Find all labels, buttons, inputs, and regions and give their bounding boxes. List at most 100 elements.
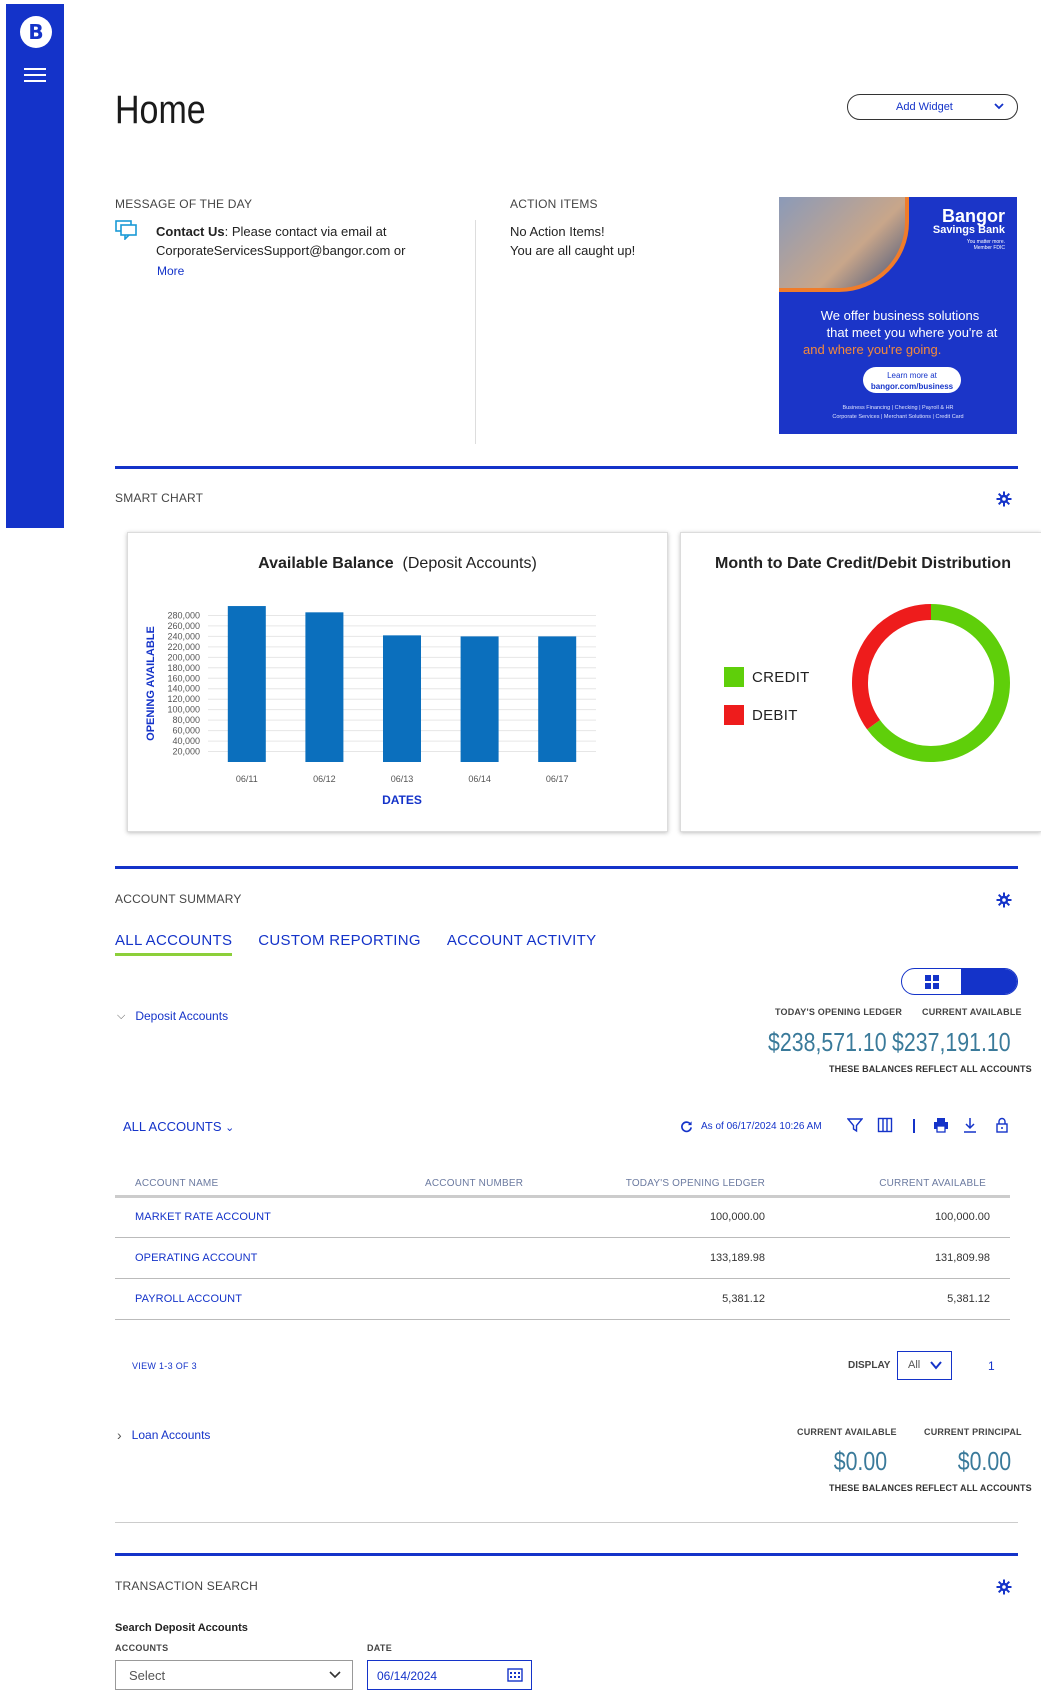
lock-icon[interactable] (994, 1117, 1010, 1133)
table-row[interactable]: PAYROLL ACCOUNT 5,381.12 5,381.12 (115, 1278, 1010, 1320)
promo-bank-name: Bangor Savings Bank (932, 206, 1005, 236)
promo-banner[interactable]: Bangor Savings Bank You matter more. Membe… (779, 197, 1017, 434)
opening-ledger-cell: 100,000.00 (595, 1196, 765, 1238)
account-summary-label: ACCOUNT SUMMARY (115, 892, 242, 906)
columns-icon[interactable] (877, 1117, 893, 1133)
account-link[interactable]: PAYROLL ACCOUNT (135, 1293, 242, 1305)
x-tick-label: 06/13 (391, 774, 414, 784)
loan-available-label: CURRENT AVAILABLE (797, 1427, 897, 1437)
y-tick-label: 40,000 (172, 736, 200, 746)
account-link[interactable]: MARKET RATE ACCOUNT (135, 1211, 271, 1223)
divider (475, 220, 476, 444)
table-row[interactable]: MARKET RATE ACCOUNT 100,000.00 100,000.0… (115, 1196, 1010, 1238)
y-tick-label: 100,000 (167, 705, 200, 715)
account-link[interactable]: OPERATING ACCOUNT (135, 1252, 258, 1264)
donut-slice-credit[interactable] (867, 604, 1010, 762)
toolbar-divider (913, 1119, 915, 1133)
y-tick-label: 60,000 (172, 726, 200, 736)
current-available-cell: 131,809.98 (765, 1237, 1010, 1279)
calendar-icon[interactable] (507, 1668, 523, 1682)
x-tick-label: 06/11 (236, 774, 258, 784)
chat-icon (115, 220, 137, 240)
table-row[interactable]: OPERATING ACCOUNT 133,189.98 131,809.98 (115, 1237, 1010, 1279)
x-tick-label: 06/14 (468, 774, 491, 784)
legend-swatch-debit (724, 705, 744, 725)
col-account-name[interactable]: ACCOUNT NAME (115, 1172, 425, 1198)
download-icon[interactable] (962, 1117, 978, 1133)
account-name-cell[interactable]: PAYROLL ACCOUNT (115, 1278, 425, 1320)
current-available-value: $237,191.10 (892, 1027, 1011, 1057)
page-number[interactable]: 1 (988, 1359, 995, 1373)
donut-slice-debit[interactable] (852, 604, 932, 730)
loan-principal-value: $0.00 (957, 1446, 1011, 1476)
promo-tagline: You matter more. Member FDIC (966, 239, 1005, 251)
y-tick-label: 240,000 (167, 631, 200, 641)
grid-view-icon[interactable] (925, 975, 939, 989)
accounts-field-label: ACCOUNTS (115, 1643, 169, 1653)
account-number-cell (425, 1278, 595, 1320)
bar[interactable] (305, 612, 344, 762)
tab-custom-reporting[interactable]: CUSTOM REPORTING (258, 932, 421, 956)
gear-icon[interactable] (996, 892, 1012, 908)
gear-icon[interactable] (996, 1579, 1012, 1595)
opening-ledger-label: TODAY'S OPENING LEDGER (775, 1007, 903, 1017)
current-available-label: CURRENT AVAILABLE (922, 1007, 1022, 1017)
action-items-message: No Action Items! You are all caught up! (510, 222, 635, 260)
y-tick-label: 260,000 (167, 621, 200, 631)
chevron-down-icon (329, 1671, 341, 1679)
available-balance-card: Available Balance (Deposit Accounts) 280… (127, 532, 668, 832)
loan-available-value: $0.00 (833, 1446, 887, 1476)
refresh-icon[interactable] (680, 1120, 693, 1133)
y-tick-label: 160,000 (167, 673, 200, 683)
view-toggle[interactable] (901, 968, 1018, 995)
motd-message: Contact Us: Please contact via email at … (156, 222, 446, 260)
print-icon[interactable] (933, 1117, 949, 1133)
divider (115, 1522, 1018, 1523)
bar[interactable] (460, 636, 499, 762)
menu-icon[interactable] (24, 68, 46, 82)
bar-chart: 280,000260,000240,000220,000200,000180,0… (145, 606, 596, 807)
accounts-select[interactable]: Select (115, 1660, 353, 1690)
display-label: DISPLAY (848, 1360, 891, 1371)
account-name-cell[interactable]: MARKET RATE ACCOUNT (115, 1196, 425, 1238)
search-heading: Search Deposit Accounts (115, 1622, 248, 1634)
bar[interactable] (383, 635, 421, 762)
date-input[interactable]: 06/14/2024 (367, 1660, 532, 1690)
table-header-row: ACCOUNT NAME ACCOUNT NUMBER TODAY'S OPEN… (115, 1172, 1010, 1198)
y-tick-label: 200,000 (167, 652, 200, 662)
filter-icon[interactable] (847, 1117, 863, 1133)
motd-section-label: MESSAGE OF THE DAY (115, 197, 253, 211)
col-account-number[interactable]: ACCOUNT NUMBER (425, 1172, 595, 1198)
legend-debit: DEBIT (724, 705, 798, 725)
col-current-available[interactable]: CURRENT AVAILABLE (765, 1172, 1010, 1198)
deposit-accounts-toggle[interactable]: ⌵ Deposit Accounts (117, 1009, 228, 1023)
section-divider (115, 866, 1018, 869)
promo-photo (779, 197, 909, 292)
as-of-timestamp: As of 06/17/2024 10:26 AM (680, 1120, 822, 1133)
gear-icon[interactable] (996, 491, 1012, 507)
y-tick-label: 120,000 (167, 694, 200, 704)
tab-all-accounts[interactable]: ALL ACCOUNTS (115, 932, 233, 956)
accounts-filter-dropdown[interactable]: ALL ACCOUNTS ⌄ (123, 1119, 234, 1134)
bar[interactable] (227, 606, 266, 762)
promo-cta-button[interactable]: Learn more at bangor.com/business (863, 367, 961, 393)
page-title: Home (115, 88, 206, 132)
list-view-toggle[interactable] (961, 969, 1017, 994)
section-divider (115, 1553, 1018, 1556)
action-items-label: ACTION ITEMS (510, 197, 598, 211)
bank-logo[interactable]: B (20, 16, 52, 48)
add-widget-button[interactable]: Add Widget (847, 94, 1018, 120)
tab-account-activity[interactable]: ACCOUNT ACTIVITY (447, 932, 597, 956)
more-link[interactable]: More (157, 264, 184, 278)
y-tick-label: 220,000 (167, 642, 200, 652)
account-name-cell[interactable]: OPERATING ACCOUNT (115, 1237, 425, 1279)
accounts-table: ACCOUNT NAME ACCOUNT NUMBER TODAY'S OPEN… (115, 1172, 1010, 1320)
col-opening-ledger[interactable]: TODAY'S OPENING LEDGER (595, 1172, 765, 1198)
y-axis-label: OPENING AVAILABLE (145, 626, 157, 741)
display-select[interactable]: All (897, 1351, 952, 1380)
promo-fine-print: Business Financing | Checking | Payroll … (832, 405, 964, 420)
y-tick-label: 20,000 (172, 747, 200, 757)
bar[interactable] (538, 636, 577, 762)
account-number-cell (425, 1196, 595, 1238)
loan-accounts-toggle[interactable]: › Loan Accounts (117, 1427, 210, 1443)
